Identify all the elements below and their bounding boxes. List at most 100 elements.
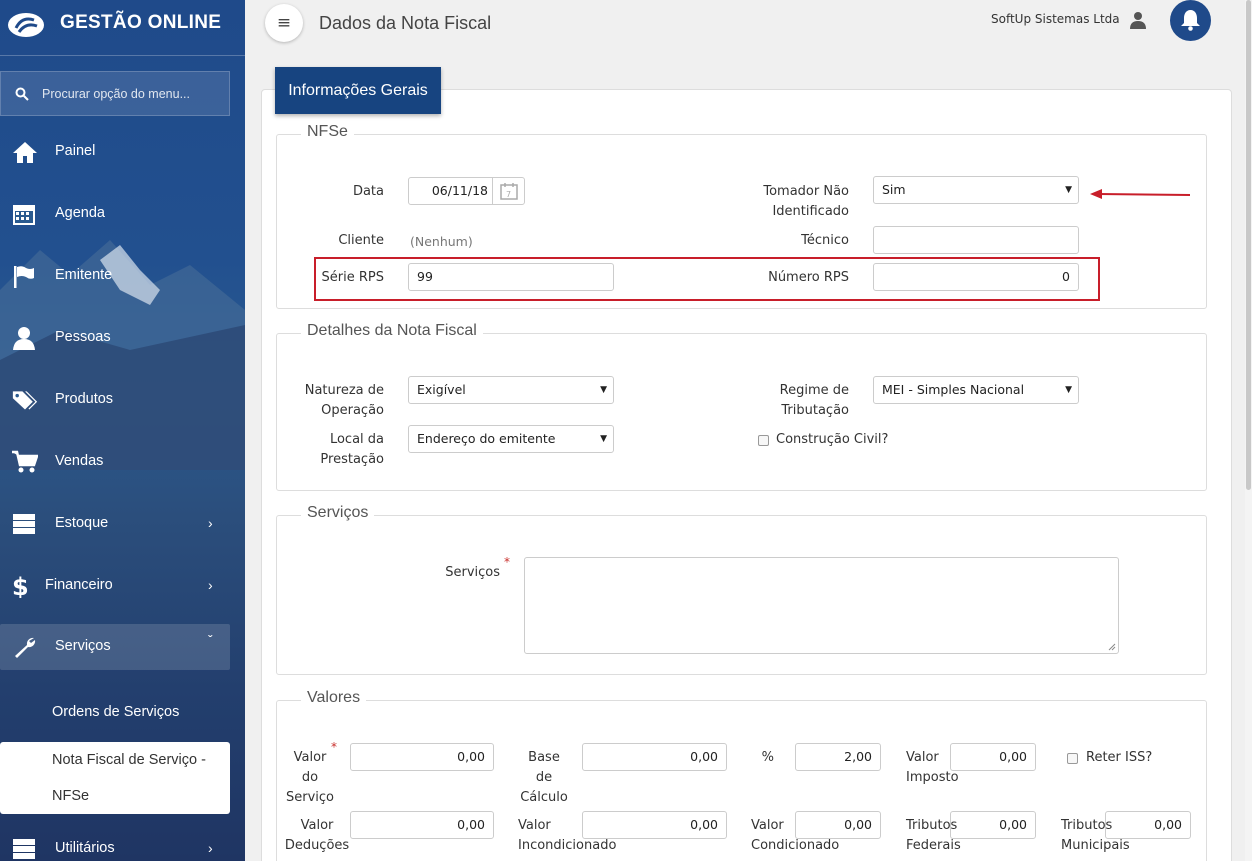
required-mark: * [331, 740, 337, 754]
cliente-value[interactable]: (Nenhum) [410, 234, 473, 249]
sidebar-item-painel[interactable]: Painel [0, 129, 245, 175]
numero-rps-label: Número RPS [768, 270, 849, 285]
server-icon [13, 514, 35, 534]
sidebar-item-utilitarios[interactable]: Utilitários › [0, 826, 245, 861]
sidebar-subitem-label: NFSe [52, 788, 90, 804]
sidebar-item-label: Emitente [55, 267, 113, 283]
tributos-municipais-label: Tributos Municipais [1061, 816, 1130, 856]
local-select[interactable]: Endereço do emitente [408, 425, 614, 453]
valor-imposto-input[interactable]: 0,00 [950, 743, 1036, 771]
search-icon [15, 87, 29, 101]
search-placeholder: Procurar opção do menu... [42, 87, 190, 101]
construcao-civil-label: Construção Civil? [776, 432, 889, 447]
label-line: Cálculo [520, 790, 568, 805]
local-label-line: Local da [329, 432, 384, 447]
label-line: Deduções [284, 838, 350, 853]
local-label: Local da Prestação [290, 430, 384, 470]
label-line: Tributos [906, 818, 958, 833]
label-line: Condicionado [751, 838, 840, 853]
construcao-civil-checkbox[interactable] [758, 435, 769, 446]
tributos-federais-label: Tributos Federais [906, 816, 961, 856]
label-line: Valor [300, 818, 334, 833]
natureza-label: Natureza de Operação [290, 381, 384, 421]
chevron-right-icon: › [208, 840, 213, 856]
tomador-label-line: Identificado [772, 204, 849, 219]
sidebar-subitem-nfse[interactable]: Nota Fiscal de Serviço - NFSe [0, 742, 230, 814]
sidebar-item-emitente[interactable]: Emitente [0, 253, 245, 299]
natureza-label-line: Natureza de [304, 383, 384, 398]
valor-servico-input[interactable]: 0,00 [350, 743, 494, 771]
dollar-icon: $ [12, 574, 29, 598]
date-field[interactable]: 06/11/18 7 [408, 177, 525, 205]
sidebar-item-label: Financeiro [45, 577, 113, 593]
base-calculo-input[interactable]: 0,00 [582, 743, 727, 771]
sidebar-item-agenda[interactable]: Agenda [0, 191, 245, 237]
label-line: Incondicionado [518, 838, 617, 853]
cloud-logo-icon [8, 13, 44, 37]
required-mark: * [504, 555, 510, 569]
reter-iss-checkbox[interactable] [1067, 753, 1078, 764]
sidebar-subitem-label: Nota Fiscal de Serviço - [52, 752, 206, 768]
chevron-right-icon: › [208, 577, 213, 593]
valor-incond-input[interactable]: 0,00 [582, 811, 727, 839]
sidebar-item-pessoas[interactable]: Pessoas [0, 315, 245, 361]
home-icon [13, 142, 37, 163]
label-line: de [535, 770, 553, 785]
wrench-icon [15, 637, 36, 658]
percent-input[interactable]: 2,00 [795, 743, 881, 771]
page-scrollbar[interactable] [1245, 0, 1252, 861]
tecnico-input[interactable] [873, 226, 1079, 254]
menu-toggle-button[interactable]: ≡ [265, 4, 303, 42]
reter-iss-label: Reter ISS? [1086, 750, 1153, 765]
label-line: Valor [518, 818, 551, 833]
valor-deducoes-input[interactable]: 0,00 [350, 811, 494, 839]
numero-rps-input[interactable]: 0 [873, 263, 1079, 291]
serie-rps-input[interactable]: 99 [408, 263, 614, 291]
sidebar-item-label: Estoque [55, 515, 109, 531]
chevron-down-icon: ˇ [208, 632, 213, 648]
legend-valores: Valores [301, 689, 367, 707]
valor-cond-input[interactable]: 0,00 [795, 811, 881, 839]
tomador-label: Tomador Não Identificado [720, 182, 849, 222]
sidebar-item-produtos[interactable]: Produtos [0, 377, 245, 423]
valor-deducoes-label: Valor Deduções [280, 816, 354, 856]
date-value: 06/11/18 [431, 183, 488, 198]
calendar-picker-icon[interactable]: 7 [492, 178, 524, 204]
menu-search[interactable]: Procurar opção do menu... [0, 71, 230, 116]
label-line: Imposto [906, 770, 959, 785]
app-name: GESTÃO ONLINE [60, 12, 222, 33]
label-line: Municipais [1061, 838, 1130, 853]
brand[interactable]: GESTÃO ONLINE [0, 0, 245, 56]
label-line: Valor [293, 750, 327, 765]
tomador-select[interactable]: Sim [873, 176, 1079, 204]
sidebar-item-estoque[interactable]: Estoque › [0, 501, 245, 547]
regime-select[interactable]: MEI - Simples Nacional [873, 376, 1079, 404]
tab-informacoes-gerais[interactable]: Informações Gerais [275, 67, 441, 114]
tomador-label-line: Tomador Não [763, 184, 849, 199]
tecnico-label: Técnico [801, 233, 849, 248]
sidebar-subitem-ordens[interactable]: Ordens de Serviços [52, 704, 179, 720]
notifications-button[interactable] [1170, 0, 1211, 41]
sidebar-item-label: Painel [55, 143, 96, 159]
resize-handle-icon[interactable] [1108, 643, 1116, 651]
user-profile-icon[interactable] [1129, 11, 1147, 29]
valor-servico-label: Valor do Serviço [280, 748, 340, 808]
sidebar-item-label: Pessoas [55, 329, 111, 345]
natureza-select[interactable]: Exigível [408, 376, 614, 404]
tributos-federais-input[interactable]: 0,00 [950, 811, 1036, 839]
company-name: SoftUp Sistemas Ltda [991, 12, 1120, 26]
sidebar-item-servicos[interactable]: Serviços ˇ [0, 624, 230, 670]
sidebar-item-label: Serviços [55, 638, 111, 654]
cliente-label: Cliente [338, 233, 384, 248]
sidebar-item-label: Produtos [55, 391, 114, 407]
sidebar-item-financeiro[interactable]: $ Financeiro › [0, 563, 245, 609]
regime-label-line: Regime de [779, 383, 849, 398]
servicos-textarea[interactable] [524, 557, 1119, 654]
sidebar-item-label: Vendas [55, 453, 104, 469]
tags-icon [12, 391, 38, 410]
regime-label: Regime de Tributação [720, 381, 849, 421]
label-line: Serviço [285, 790, 334, 805]
sidebar-item-vendas[interactable]: Vendas [0, 439, 245, 485]
scrollbar-thumb[interactable] [1246, 0, 1251, 490]
legend-nfse: NFSe [301, 123, 354, 141]
